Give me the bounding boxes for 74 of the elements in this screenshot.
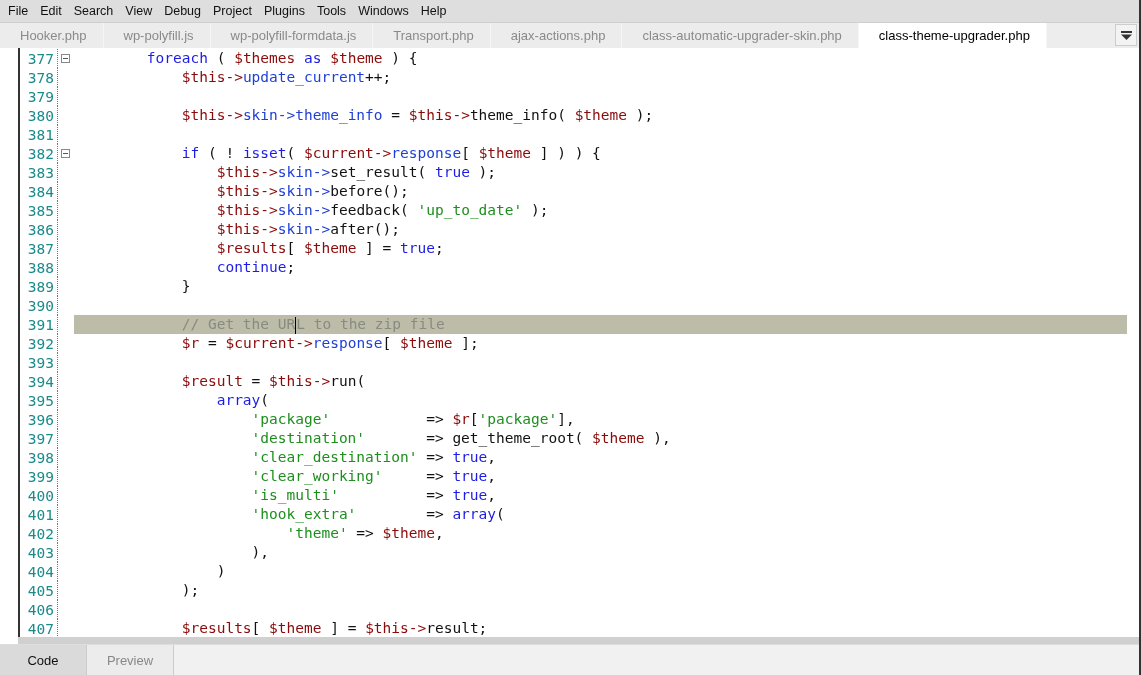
line-number: 399 bbox=[26, 468, 55, 485]
line-number: 406 bbox=[26, 601, 55, 618]
line-number: 404 bbox=[26, 563, 55, 580]
caret-icon bbox=[1120, 30, 1132, 40]
line-number: 379 bbox=[26, 88, 55, 105]
code-line: $results[ $theme ] = $this->result; bbox=[180, 619, 489, 637]
code-line: $result = $this->run( bbox=[180, 372, 367, 391]
code-line: $this->skin->feedback( 'up_to_date' ); bbox=[215, 201, 550, 220]
code-line: $this->skin->set_result( true ); bbox=[215, 163, 498, 182]
line-number: 393 bbox=[26, 354, 55, 371]
line-number: 395 bbox=[26, 392, 55, 409]
line-number: 385 bbox=[26, 202, 55, 219]
line-number: 400 bbox=[26, 487, 55, 504]
code-line: continue; bbox=[215, 258, 297, 277]
code-line: 'theme' => $theme, bbox=[285, 524, 445, 543]
code-line: 'clear_destination' => true, bbox=[250, 448, 498, 467]
menu-item[interactable]: File bbox=[2, 4, 35, 18]
line-number: 380 bbox=[26, 107, 55, 124]
menu-item[interactable]: Project bbox=[207, 4, 258, 18]
code-line: $this->skin->after(); bbox=[215, 220, 402, 239]
menu-item[interactable]: View bbox=[119, 4, 159, 18]
view-tab[interactable]: Code bbox=[0, 645, 87, 675]
code-line: if ( ! isset( $current->response[ $theme ] ) ) { bbox=[180, 144, 602, 163]
line-number: 403 bbox=[26, 544, 55, 561]
code-line: ), bbox=[250, 543, 271, 562]
menu-item[interactable]: Plugins bbox=[257, 4, 311, 18]
line-number: 392 bbox=[26, 335, 55, 352]
line-number: 386 bbox=[26, 221, 55, 238]
menu-item[interactable]: Tools bbox=[310, 4, 353, 18]
code-line: $r = $current->response[ $theme ]; bbox=[180, 334, 480, 353]
fold-icon[interactable] bbox=[60, 149, 70, 158]
line-number: 394 bbox=[26, 373, 55, 390]
line-number: 387 bbox=[26, 240, 55, 257]
line-number: 389 bbox=[26, 278, 55, 295]
code-line: array( bbox=[215, 391, 271, 410]
code-line: 'is_multi' => true, bbox=[250, 486, 498, 505]
line-number: 401 bbox=[26, 506, 55, 523]
menu-item[interactable]: Search bbox=[67, 4, 120, 18]
code-line: 'hook_extra' => array( bbox=[250, 505, 506, 524]
line-number: 382 bbox=[26, 145, 55, 162]
line-number: 381 bbox=[26, 126, 55, 143]
code-line: $results[ $theme ] = true; bbox=[215, 239, 445, 258]
horizontal-scrollbar[interactable] bbox=[18, 637, 1139, 644]
code-line: $this->skin->before(); bbox=[215, 182, 410, 201]
line-number: 377 bbox=[26, 50, 55, 67]
code-line: $this->skin->theme_info = $this->theme_info( $theme ); bbox=[180, 106, 655, 125]
menu-item[interactable]: Debug bbox=[158, 4, 208, 18]
line-number: 402 bbox=[26, 525, 55, 542]
fold-icon[interactable] bbox=[60, 54, 70, 63]
line-number: 397 bbox=[26, 430, 55, 447]
line-number: 398 bbox=[26, 449, 55, 466]
tab-list-button[interactable] bbox=[1115, 24, 1137, 46]
code-line: ) bbox=[215, 562, 227, 581]
code-line: 'package' => $r['package'], bbox=[250, 410, 576, 429]
line-number: 391 bbox=[26, 316, 55, 333]
line-number: 407 bbox=[26, 620, 55, 637]
text-cursor bbox=[295, 316, 297, 334]
code-line: } bbox=[180, 277, 192, 296]
code-line: $this->update_current++; bbox=[180, 68, 393, 87]
line-number: 396 bbox=[26, 411, 55, 428]
line-number: 383 bbox=[26, 164, 55, 181]
line-number: 388 bbox=[26, 259, 55, 276]
menu-item[interactable]: Help bbox=[414, 4, 453, 18]
line-number: 390 bbox=[26, 297, 55, 314]
file-tab[interactable]: class-theme-upgrader.php bbox=[858, 23, 1047, 48]
menu-item[interactable]: Edit bbox=[34, 4, 68, 18]
line-number: 405 bbox=[26, 582, 55, 599]
code-line: 'destination' => get_theme_root( $theme ), bbox=[250, 429, 672, 448]
code-line: ); bbox=[180, 581, 201, 600]
code-line: 'clear_working' => true, bbox=[250, 467, 498, 486]
menu-item[interactable]: Windows bbox=[352, 4, 415, 18]
line-number: 378 bbox=[26, 69, 55, 86]
code-line: foreach ( $themes as $theme ) { bbox=[145, 49, 419, 68]
line-number: 384 bbox=[26, 183, 55, 200]
